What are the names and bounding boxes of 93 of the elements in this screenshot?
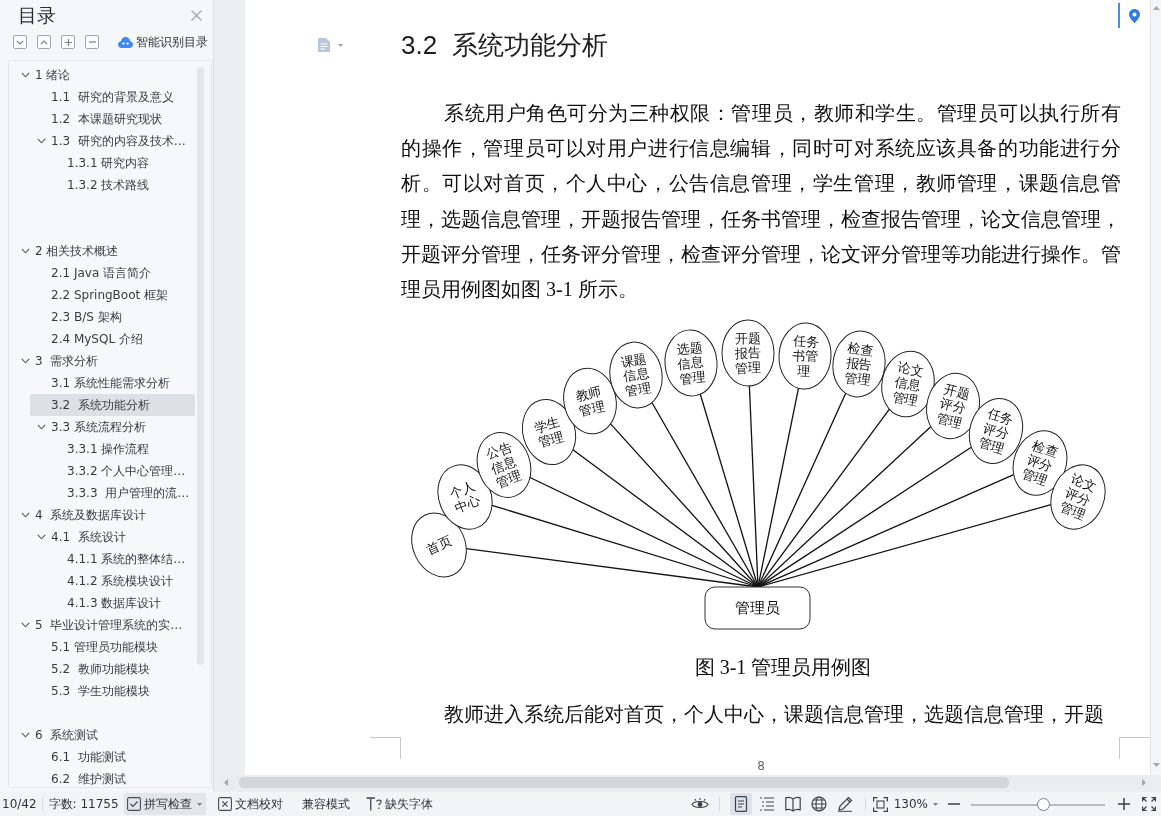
- toc-item[interactable]: 1.3.2 技术路线: [46, 174, 195, 196]
- use-case-ellipse: 论文评分管理: [1050, 464, 1106, 530]
- toc-item[interactable]: 4.1.3 数据库设计: [46, 592, 195, 614]
- chevron-down-icon[interactable]: [37, 534, 46, 540]
- caret-icon: [338, 43, 343, 47]
- toc-item[interactable]: 3.3.3 用户管理的流…: [46, 482, 195, 504]
- zoom-in-icon[interactable]: [1118, 798, 1130, 810]
- use-case-ellipse: 首页: [411, 512, 467, 578]
- font-question-icon: [365, 797, 382, 811]
- status-tool-button[interactable]: 拼写检查: [123, 793, 206, 815]
- use-case-ellipse: 课题信息管理: [609, 341, 663, 409]
- toc-item[interactable]: 2 相关技术概述: [14, 240, 195, 262]
- toc-item[interactable]: 5.3 学生功能模块: [30, 680, 195, 702]
- fullscreen-icon[interactable]: [1142, 797, 1156, 811]
- document-icon: [318, 38, 330, 52]
- smart-toc-button[interactable]: 智能识别目录: [118, 34, 208, 50]
- chevron-down-icon[interactable]: [37, 424, 46, 430]
- outline-list-icon: [758, 796, 775, 812]
- toc-item[interactable]: 6.1 功能测试: [30, 746, 195, 768]
- body-paragraph: 系统用户角色可分为三种权限：管理员，教师和学生。管理员可以执行所有的操作，管理员可以对用户进行信息编辑，同时可对系统应该具备的功能进行分析。可以对首页，个人中心，公告信息管理，学生管理，教师管理，课题信息管理，选题信息管理，开题报告管理，任务书管理，检查报告管理，论文信息管理，开题评分管理，任务评分管理，检查评分管理，论文评分管理等功能进行操作。管理员用例图如图 3-1 所示。: [401, 101, 1121, 302]
- page-indicator: 10/42: [2, 797, 37, 811]
- fit-window-icon[interactable]: [872, 796, 888, 812]
- panel-title: 目录: [18, 3, 56, 28]
- chevron-down-icon: [16, 39, 24, 45]
- expand-all-button[interactable]: [13, 35, 27, 49]
- location-pin-icon: [1128, 8, 1140, 23]
- use-case-ellipse: 公告信息管理: [476, 432, 532, 499]
- chevron-down-icon[interactable]: [21, 358, 30, 364]
- cloud-face-icon: [118, 36, 133, 48]
- toc-item[interactable]: 4 系统及数据库设计: [14, 504, 195, 526]
- toc-item[interactable]: 4.1.2 系统模块设计: [46, 570, 195, 592]
- toc-item[interactable]: 3 需求分析: [14, 350, 195, 372]
- page-corner-mark: [370, 737, 401, 760]
- open-book-icon: [784, 796, 801, 812]
- toc-item[interactable]: 5 毕业设计管理系统的实…: [14, 614, 195, 636]
- pen-icon: [836, 796, 853, 812]
- check-square-icon: [126, 797, 141, 811]
- use-case-ellipse: 学生管理: [521, 399, 577, 466]
- section-heading: 3.2 系统功能分析: [401, 29, 608, 62]
- use-case-ellipse: 检查报告管理: [832, 330, 886, 398]
- add-level-button[interactable]: [61, 35, 75, 49]
- minus-icon: [88, 41, 96, 43]
- status-tool-button[interactable]: 文档校对: [214, 793, 287, 815]
- word-count: 字数: 11755: [48, 795, 119, 813]
- chevron-up-icon: [40, 39, 48, 45]
- caret-icon: [933, 802, 938, 806]
- toc-item[interactable]: 5.1 管理员功能模块: [30, 636, 195, 658]
- toc-item[interactable]: 1.1 研究的背景及意义: [30, 86, 195, 108]
- toc-item[interactable]: 5.2 教师功能模块: [30, 658, 195, 680]
- chevron-down-icon[interactable]: [21, 512, 30, 518]
- page-view-icon: [732, 796, 749, 812]
- collapse-all-button[interactable]: [37, 35, 51, 49]
- toc-item[interactable]: 3.3 系统流程分析: [30, 416, 195, 438]
- toc-item[interactable]: 2.1 Java 语言简介: [30, 262, 195, 284]
- use-case-ellipse: 任务评分管理: [968, 398, 1024, 465]
- toc-item[interactable]: 6.2 维护测试: [30, 768, 195, 790]
- use-case-ellipse: 开题报告管理: [721, 319, 775, 387]
- use-case-ellipse: 任务书管理: [778, 322, 832, 390]
- view-mode-button[interactable]: [729, 793, 752, 815]
- chevron-down-icon[interactable]: [21, 72, 30, 78]
- toc-item[interactable]: 2.2 SpringBoot 框架: [30, 284, 195, 306]
- page-number: 8: [757, 759, 765, 774]
- globe-icon: [810, 796, 827, 812]
- chevron-down-icon[interactable]: [21, 248, 30, 254]
- slider-thumb[interactable]: [1037, 797, 1051, 811]
- toc-item[interactable]: 2.4 MySQL 介绍: [30, 328, 195, 350]
- status-tool-button[interactable]: 兼容模式: [295, 793, 354, 815]
- toc-item[interactable]: 1 绪论: [14, 64, 195, 86]
- x-square-icon: [217, 797, 232, 811]
- eye-icon[interactable]: [690, 798, 709, 810]
- toc-item[interactable]: 4.1.1 系统的整体结…: [46, 548, 195, 570]
- toc-item[interactable]: 3.2 系统功能分析: [30, 394, 195, 416]
- use-case-ellipse: 教师管理: [563, 368, 617, 435]
- chevron-down-icon[interactable]: [21, 622, 30, 628]
- toc-item[interactable]: 1.3 研究的内容及技术…: [30, 130, 195, 152]
- plus-icon: [64, 38, 72, 46]
- use-case-ellipse: 论文信息管理: [881, 350, 935, 418]
- figure-caption: 图 3-1 管理员用例图: [694, 655, 872, 681]
- toc-item[interactable]: 2.3 B/S 架构: [30, 306, 195, 328]
- toc-item[interactable]: 6 系统测试: [14, 724, 195, 746]
- toc-item[interactable]: 3.3.1 操作流程: [46, 438, 195, 460]
- chevron-down-icon[interactable]: [21, 732, 30, 738]
- zoom-dropdown[interactable]: 130%: [893, 797, 938, 811]
- use-case-ellipse: 选题信息管理: [664, 329, 718, 397]
- toc-item[interactable]: 4.1 系统设计: [30, 526, 195, 548]
- toc-item[interactable]: 3.3.2 个人中心管理…: [46, 460, 195, 482]
- body-paragraph: 教师进入系统后能对首页，个人中心，课题信息管理，选题信息管理，开题: [443, 702, 1105, 728]
- toc-item[interactable]: 3.1 系统性能需求分析: [30, 372, 195, 394]
- chevron-down-icon[interactable]: [37, 138, 46, 144]
- toc-item[interactable]: 1.3.1 研究内容: [46, 152, 195, 174]
- actor-box: 管理员: [704, 586, 811, 630]
- toc-item[interactable]: 1.2 本课题研究现状: [30, 108, 195, 130]
- status-tool-button[interactable]: 缺失字体: [362, 793, 437, 815]
